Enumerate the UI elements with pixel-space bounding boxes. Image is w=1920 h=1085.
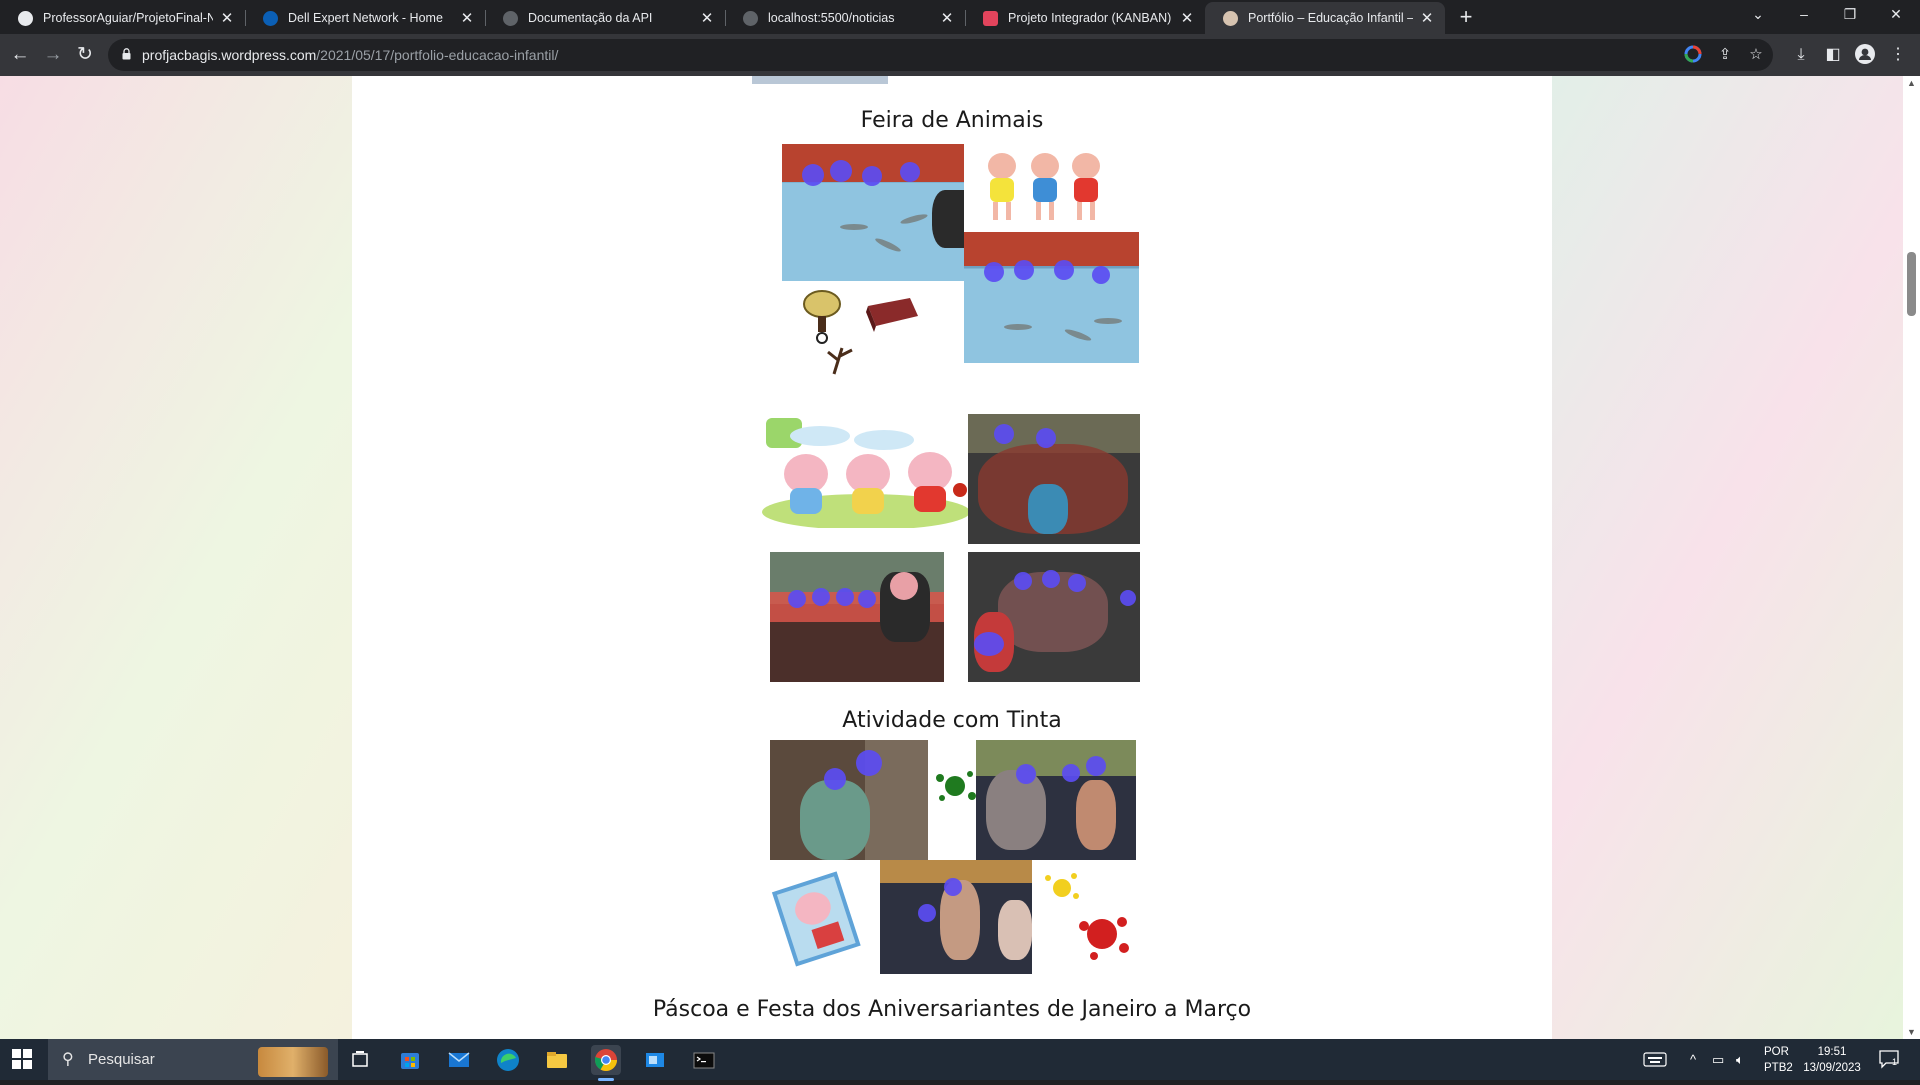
profile-avatar-icon[interactable]	[1854, 44, 1876, 66]
scroll-thumb[interactable]	[1907, 252, 1916, 316]
browser-toolbar: ← → ↻ profjacbagis.wordpress.com/2021/05…	[0, 34, 1920, 76]
url-text: profjacbagis.wordpress.com/2021/05/17/po…	[142, 47, 558, 63]
photo-painting-activity	[770, 740, 928, 860]
materials-clipart	[803, 290, 918, 375]
mail-icon[interactable]	[444, 1045, 474, 1075]
section-heading: Páscoa e Festa dos Aniversariantes de Ja…	[652, 997, 1252, 1022]
globe-icon	[743, 10, 758, 26]
store-icon[interactable]	[395, 1045, 425, 1075]
tab-localhost[interactable]: localhost:5500/noticias ✕	[725, 2, 965, 34]
bookmark-star-icon[interactable]: ☆	[1746, 45, 1766, 65]
new-tab-button[interactable]: +	[1452, 4, 1480, 32]
url-host: profjacbagis.wordpress.com	[142, 47, 317, 63]
page-viewport: Feira de Animais Atividade com Tinta Pás…	[0, 76, 1920, 1039]
url-path: /2021/05/17/portfolio-educacao-infantil/	[316, 47, 559, 63]
forward-icon[interactable]: →	[39, 41, 67, 69]
close-icon[interactable]: ✕	[1419, 9, 1435, 27]
file-explorer-icon[interactable]	[542, 1045, 572, 1075]
section-heading: Feira de Animais	[860, 108, 1044, 133]
search-highlight-image	[258, 1047, 328, 1077]
tab-api-docs[interactable]: Documentação da API ✕	[485, 2, 725, 34]
keyboard-icon[interactable]	[1642, 1039, 1668, 1080]
edge-icon[interactable]	[493, 1045, 523, 1075]
network-icon[interactable]: ▭	[1712, 1039, 1724, 1080]
tab-title: Dell Expert Network - Home	[288, 11, 443, 25]
keyboard-layout: PTB2	[1764, 1062, 1793, 1074]
pigs-cartoon	[760, 414, 972, 528]
search-icon: ⚲	[62, 1051, 74, 1068]
lock-icon[interactable]	[122, 48, 131, 60]
notifications-icon[interactable]: 1	[1878, 1049, 1902, 1069]
wordpress-site-icon	[1223, 10, 1238, 26]
volume-icon[interactable]: 🔈︎	[1736, 1039, 1744, 1080]
post-content: Feira de Animais Atividade com Tinta Pás…	[352, 76, 1552, 1039]
windows-start-icon[interactable]	[12, 1049, 32, 1069]
section-heading: Atividade com Tinta	[842, 708, 1062, 733]
three-pigs-clipart	[988, 153, 1100, 220]
photo-fish-pool	[964, 232, 1139, 363]
address-bar[interactable]: profjacbagis.wordpress.com/2021/05/17/po…	[108, 39, 1773, 71]
close-window-icon[interactable]: ✕	[1873, 0, 1919, 30]
language-code: POR	[1764, 1046, 1789, 1058]
tab-github[interactable]: ProfessorAguiar/ProjetoFinal-NE ✕	[0, 2, 245, 34]
close-icon[interactable]: ✕	[939, 9, 955, 27]
close-icon[interactable]: ✕	[459, 9, 475, 27]
windows-taskbar: ⚲ Pesquisar ^ ▭ 🔈︎ POR PTB2 19:51 13/09/…	[0, 1039, 1920, 1081]
globe-icon	[503, 10, 518, 26]
scroll-down-icon[interactable]: ▼	[1903, 1027, 1920, 1037]
tab-portfolio[interactable]: Portfólio – Educação Infantil – Pr ✕	[1205, 2, 1445, 34]
trello-icon	[983, 10, 998, 26]
green-paint-splat	[936, 771, 976, 801]
photo-painting-activity	[976, 740, 1136, 860]
terminal-icon[interactable]	[689, 1045, 719, 1075]
tab-title: Documentação da API	[528, 11, 653, 25]
tab-trello[interactable]: Projeto Integrador (KANBAN) | Tr ✕	[965, 2, 1205, 34]
tab-title: ProfessorAguiar/ProjetoFinal-NE	[43, 11, 213, 25]
taskbar-search[interactable]: ⚲ Pesquisar	[48, 1039, 338, 1080]
github-icon	[18, 10, 33, 26]
restore-icon[interactable]: ❐	[1827, 0, 1873, 30]
scroll-up-icon[interactable]: ▲	[1903, 78, 1920, 88]
browser-tab-strip: ProfessorAguiar/ProjetoFinal-NE ✕ Dell E…	[0, 0, 1920, 34]
tab-search-icon[interactable]: ⌄	[1735, 0, 1781, 30]
share-icon[interactable]: ⇪	[1715, 45, 1735, 65]
dell-icon	[263, 10, 278, 26]
pig-painting-clipart	[771, 871, 861, 967]
google-lens-icon[interactable]	[1683, 45, 1703, 65]
notification-badge: 1	[1892, 1057, 1898, 1067]
photo-painting-activity	[880, 860, 1032, 974]
menu-kebab-icon[interactable]: ⋮	[1887, 44, 1909, 66]
photo-cropped	[752, 76, 888, 84]
paint-splats	[1045, 873, 1129, 960]
tab-dell[interactable]: Dell Expert Network - Home ✕	[245, 2, 485, 34]
tab-title: Portfólio – Educação Infantil – Pr	[1248, 11, 1413, 25]
close-icon[interactable]: ✕	[1179, 9, 1195, 27]
chevron-up-icon[interactable]: ^	[1690, 1039, 1696, 1080]
reload-icon[interactable]: ↻	[71, 41, 99, 69]
clock[interactable]: 19:51 13/09/2023	[1802, 1044, 1862, 1085]
minimize-icon[interactable]: –	[1781, 0, 1827, 30]
back-icon[interactable]: ←	[6, 41, 34, 69]
photo-children-standing	[968, 552, 1140, 682]
photo-fish-pool	[782, 144, 964, 281]
task-view-icon[interactable]	[345, 1045, 375, 1075]
photo-children-animals	[968, 414, 1140, 544]
language-indicator[interactable]: POR PTB2	[1764, 1044, 1793, 1085]
clock-date: 13/09/2023	[1803, 1062, 1861, 1074]
chrome-icon[interactable]	[591, 1045, 621, 1081]
photo-children-sitting	[770, 552, 944, 682]
page-scrollbar[interactable]: ▲ ▼	[1903, 76, 1920, 1039]
download-icon[interactable]: ⤓	[1790, 44, 1812, 66]
search-placeholder: Pesquisar	[88, 1051, 155, 1068]
tab-title: localhost:5500/noticias	[768, 11, 895, 25]
vscode-icon[interactable]	[640, 1045, 670, 1075]
side-panel-icon[interactable]: ◧	[1822, 44, 1844, 66]
close-icon[interactable]: ✕	[219, 9, 235, 27]
tab-title: Projeto Integrador (KANBAN) | Tr	[1008, 11, 1173, 25]
clock-time: 19:51	[1817, 1046, 1847, 1058]
close-icon[interactable]: ✕	[699, 9, 715, 27]
